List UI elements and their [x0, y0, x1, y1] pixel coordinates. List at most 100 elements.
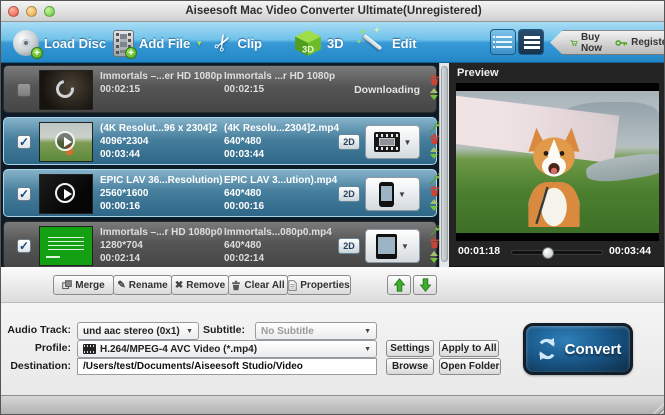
purchase-ribbon: Buy Now Register	[550, 30, 664, 55]
play-overlay-icon[interactable]	[55, 183, 75, 203]
file-row-immortals[interactable]: ✓ Immortals –...r HD 1080p0 1280*704 00:…	[3, 221, 440, 269]
video-thumbnail[interactable]	[39, 122, 93, 162]
video-thumbnail[interactable]	[39, 226, 93, 266]
move-selected-up-button[interactable]	[387, 275, 411, 295]
move-selected-down-button[interactable]	[413, 275, 437, 295]
seek-handle[interactable]	[542, 247, 554, 259]
play-overlay-icon[interactable]	[55, 131, 75, 151]
remove-button[interactable]: ✖ Remove	[171, 275, 229, 295]
clip-button[interactable]: ✂ Clip	[207, 26, 262, 60]
row-checkbox[interactable]: ✓	[17, 187, 31, 201]
profile-dropdown[interactable]: H.264/MPEG-4 AVC Video (*.mp4) ▼	[77, 340, 377, 358]
clear-all-button[interactable]: Clear All	[228, 275, 288, 295]
register-label: Register	[631, 37, 664, 48]
delete-icon[interactable]	[429, 237, 440, 249]
open-folder-button[interactable]: Open Folder	[439, 358, 501, 375]
buy-now-button[interactable]: Buy Now	[566, 32, 611, 54]
video-thumbnail[interactable]	[39, 174, 93, 214]
output-format-button[interactable]: ▼	[365, 125, 420, 159]
properties-label: Properties	[300, 279, 350, 291]
close-window-button[interactable]	[8, 6, 19, 17]
iphone-format-icon	[379, 181, 395, 207]
key-icon	[615, 39, 628, 46]
output-info: Immortals ...r HD 1080p 00:02:15	[224, 71, 336, 95]
move-up-icon[interactable]	[430, 251, 438, 256]
window-title: Aiseesoft Mac Video Converter Ultimate(U…	[185, 5, 482, 17]
cart-icon	[570, 39, 578, 46]
seek-slider[interactable]	[511, 247, 603, 259]
merge-button[interactable]: Merge	[53, 275, 114, 295]
settings-button[interactable]: Settings	[386, 340, 434, 357]
move-down-icon[interactable]	[430, 154, 438, 159]
delete-icon[interactable]	[429, 185, 440, 197]
scissors-icon: ✂	[207, 28, 239, 57]
3d-label: 3D	[327, 35, 344, 51]
plus-icon: +	[125, 46, 137, 59]
move-up-icon[interactable]	[430, 199, 438, 204]
scrollbar-thumb[interactable]	[441, 66, 448, 262]
output-info: Immortals...080p0.mp4 640*480 00:02:14	[224, 227, 332, 264]
row-checkbox[interactable]: ✓	[17, 239, 31, 253]
rename-button[interactable]: ✎ Rename	[113, 275, 172, 295]
file-row-downloading[interactable]: Immortals –...er HD 1080p 00:02:15 Immor…	[3, 65, 440, 113]
minimize-window-button[interactable]	[26, 6, 37, 17]
detail-list-icon	[493, 36, 512, 50]
chevron-down-icon[interactable]: ▼	[195, 39, 203, 48]
source-info: Immortals –...er HD 1080p 00:02:15	[100, 71, 223, 95]
delete-icon[interactable]	[429, 74, 440, 86]
filmstrip-icon: +	[113, 29, 137, 59]
row-checkbox[interactable]	[17, 83, 31, 97]
subtitle-label: Subtitle:	[203, 324, 245, 336]
file-row-epic[interactable]: ✓ EPIC LAV 36...Resolution) 2560*1600 00…	[3, 169, 440, 217]
remove-label: Remove	[186, 279, 226, 291]
edit-button[interactable]: ✦ ✦ ✦ Edit	[356, 25, 417, 60]
2d-3d-toggle-button[interactable]: 2D	[338, 238, 360, 254]
audio-track-dropdown[interactable]: und aac stereo (0x1) ▼	[77, 322, 199, 340]
video-display[interactable]	[456, 83, 659, 241]
move-up-icon[interactable]	[430, 88, 438, 93]
total-time: 00:03:44	[609, 245, 652, 257]
move-up-icon[interactable]	[430, 147, 438, 152]
video-frame-corgi	[456, 91, 659, 233]
source-info: EPIC LAV 36...Resolution) 2560*1600 00:0…	[100, 175, 223, 212]
document-icon	[288, 279, 297, 291]
apply-to-all-button[interactable]: Apply to All	[439, 340, 499, 357]
move-down-icon[interactable]	[430, 258, 438, 263]
chevron-down-icon: ▼	[398, 189, 406, 199]
current-time: 00:01:18	[458, 245, 501, 257]
add-file-button[interactable]: + Add File ▼	[113, 26, 203, 60]
resize-grip[interactable]	[652, 402, 664, 414]
2d-3d-toggle-button[interactable]: 2D	[338, 186, 360, 202]
thumbnail-view-button[interactable]	[490, 29, 516, 55]
load-disc-label: Load Disc	[44, 35, 107, 51]
browse-button[interactable]: Browse	[386, 358, 434, 375]
2d-3d-toggle-button[interactable]: 2D	[338, 134, 360, 150]
subtitle-dropdown[interactable]: No Subtitle ▼	[255, 322, 377, 340]
row-checkbox[interactable]: ✓	[17, 135, 31, 149]
move-down-icon[interactable]	[430, 206, 438, 211]
file-row-4k[interactable]: ✓ (4K Resolut...96 x 2304]2 4096*2304 00…	[3, 117, 440, 165]
merge-label: Merge	[75, 279, 105, 291]
move-down-icon[interactable]	[430, 95, 438, 100]
svg-text:3D: 3D	[302, 44, 314, 54]
list-scrollbar[interactable]	[439, 63, 449, 269]
zoom-window-button[interactable]	[44, 6, 55, 17]
output-format-button[interactable]: ▼	[365, 229, 420, 263]
register-button[interactable]: Register	[611, 37, 664, 49]
simple-list-icon	[524, 36, 540, 50]
green-down-arrow-icon	[419, 278, 431, 292]
convert-button[interactable]: Convert	[523, 323, 633, 375]
green-up-arrow-icon	[393, 278, 405, 292]
main-toolbar: + Load Disc ▼ + Add File ▼ ✂ Clip 3D 3D	[1, 22, 664, 63]
delete-icon[interactable]	[429, 133, 440, 145]
file-list: Immortals –...er HD 1080p 00:02:15 Immor…	[1, 63, 449, 269]
load-disc-button[interactable]: + Load Disc ▼	[13, 26, 119, 60]
output-format-button[interactable]: ▼	[365, 177, 420, 211]
3d-button[interactable]: 3D 3D	[294, 26, 344, 60]
list-view-button[interactable]	[518, 29, 544, 55]
app-window: Aiseesoft Mac Video Converter Ultimate(U…	[0, 0, 665, 415]
destination-input[interactable]	[77, 358, 377, 375]
video-thumbnail[interactable]	[39, 70, 93, 110]
properties-button[interactable]: Properties	[287, 275, 351, 295]
corgi-dog	[528, 127, 580, 227]
